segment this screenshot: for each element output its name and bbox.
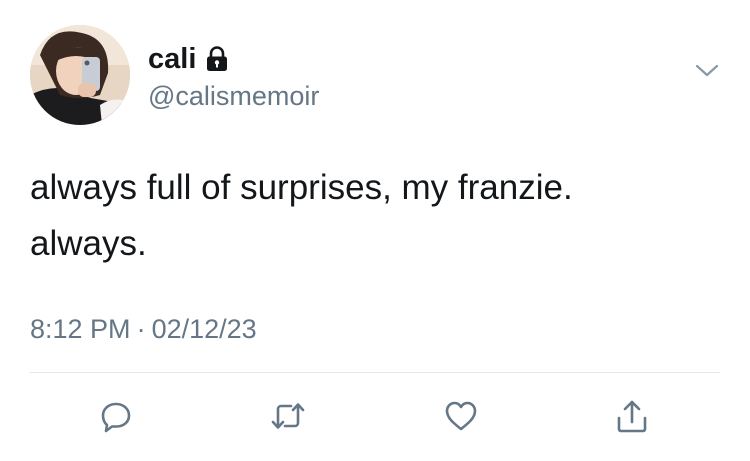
like-button[interactable] bbox=[441, 396, 481, 436]
tweet-text-line: always full of surprises, my franzie. bbox=[30, 168, 573, 207]
tweet-text: always full of surprises, my franzie. al… bbox=[30, 160, 720, 272]
share-icon bbox=[617, 400, 647, 433]
share-button[interactable] bbox=[612, 396, 652, 436]
lock-icon bbox=[207, 46, 228, 71]
tweet-time: 8:12 PM bbox=[30, 314, 131, 344]
heart-icon bbox=[445, 401, 477, 431]
avatar[interactable] bbox=[30, 25, 130, 125]
display-name-text: cali bbox=[148, 43, 197, 75]
tweet-card: cali @calismemoir always full of surpris… bbox=[0, 0, 750, 461]
retweet-icon bbox=[271, 403, 305, 429]
timestamp: 8:12 PM · 02/12/23 bbox=[30, 312, 257, 346]
user-handle[interactable]: @calismemoir bbox=[148, 80, 319, 112]
tweet-text-line: always. bbox=[30, 224, 147, 263]
chevron-down-icon[interactable] bbox=[694, 62, 720, 80]
tweet-date: 02/12/23 bbox=[151, 314, 257, 344]
display-name[interactable]: cali bbox=[148, 42, 229, 76]
timestamp-separator: · bbox=[136, 314, 146, 344]
avatar-photo bbox=[30, 25, 130, 125]
retweet-button[interactable] bbox=[268, 396, 308, 436]
reply-icon bbox=[101, 402, 131, 433]
reply-button[interactable] bbox=[96, 396, 136, 436]
divider bbox=[30, 372, 720, 373]
